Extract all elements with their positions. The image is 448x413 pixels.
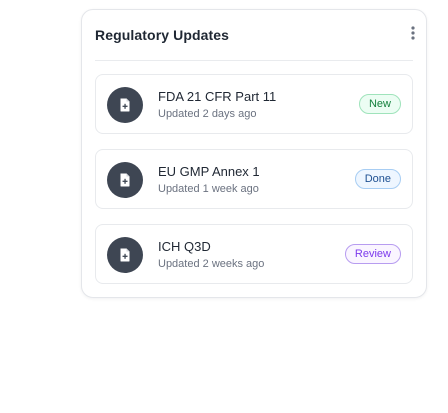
card-title: Regulatory Updates — [95, 27, 230, 43]
item-avatar — [107, 237, 143, 273]
status-badge: Done — [354, 169, 401, 189]
item-title: EU GMP Annex 1 — [158, 164, 260, 179]
status-badge: Review — [344, 244, 401, 264]
item-avatar — [107, 162, 143, 198]
item-avatar — [107, 87, 143, 123]
card-header: Regulatory Updates — [82, 10, 426, 60]
document-plus-icon — [120, 98, 130, 112]
list-item[interactable]: ICH Q3D Updated 2 weeks ago Review — [95, 224, 413, 284]
list-item[interactable]: EU GMP Annex 1 Updated 1 week ago Done — [95, 149, 413, 209]
item-title: ICH Q3D — [158, 239, 211, 254]
list-item[interactable]: FDA 21 CFR Part 11 Updated 2 days ago Ne… — [95, 74, 413, 134]
more-options-button[interactable] — [409, 24, 417, 42]
header-divider — [95, 60, 413, 61]
item-updated: Updated 1 week ago — [158, 183, 259, 195]
document-plus-icon — [120, 173, 130, 187]
more-vertical-icon — [411, 26, 415, 40]
item-updated: Updated 2 weeks ago — [158, 258, 265, 270]
document-plus-icon — [120, 248, 130, 262]
item-title: FDA 21 CFR Part 11 — [158, 89, 277, 104]
item-updated: Updated 2 days ago — [158, 108, 257, 120]
status-badge: New — [358, 94, 401, 114]
regulatory-updates-card: Regulatory Updates FDA 21 CFR Part 11 Up… — [81, 9, 427, 298]
